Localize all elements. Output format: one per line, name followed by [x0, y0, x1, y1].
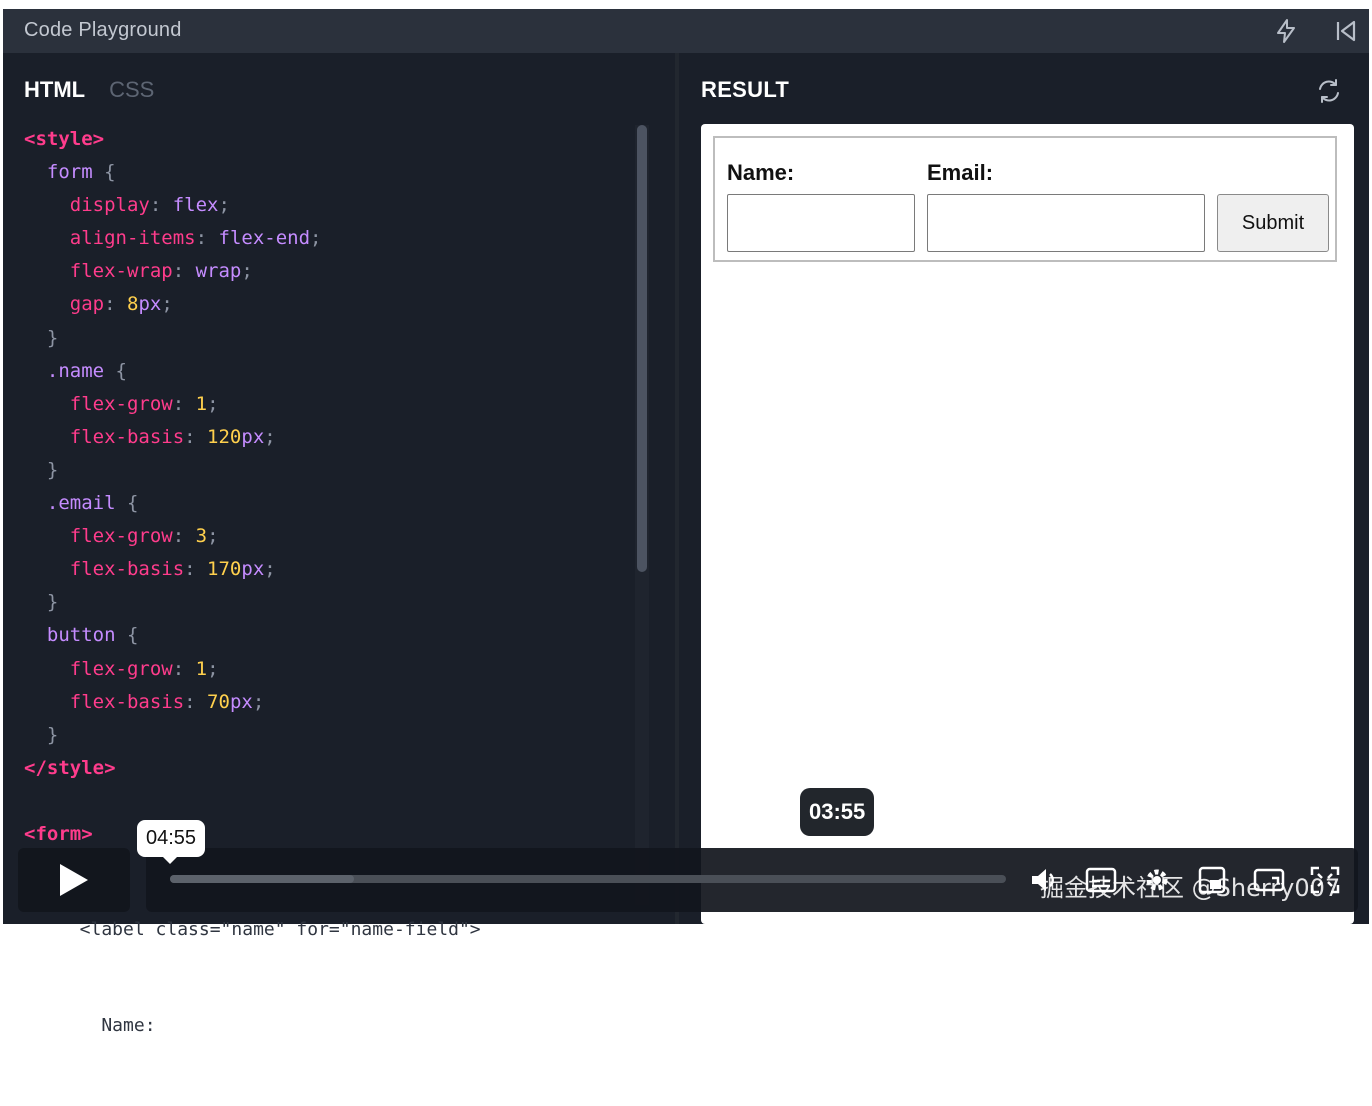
code-line: align-items: flex-end; — [69, 227, 322, 250]
code-editor[interactable]: <style> form { display: flex; align-item… — [24, 123, 321, 851]
editor-tabs: HTML CSS — [24, 77, 154, 103]
play-button[interactable] — [18, 848, 130, 912]
code-line: flex-grow: 1; — [69, 657, 219, 680]
code-line: .email { — [24, 492, 139, 515]
email-label: Email: — [927, 160, 994, 185]
code-line: <style> — [24, 128, 105, 150]
name-label: Name: — [727, 160, 795, 185]
obscured-line: <label class="name" for="name-field"> — [58, 919, 481, 940]
result-pane: RESULT Name: Email: Submit — [679, 53, 1369, 924]
code-line: .name { — [24, 359, 127, 382]
collapse-left-icon[interactable] — [1333, 18, 1359, 44]
code-line: flex-grow: 1; — [69, 392, 219, 415]
code-line: display: flex; — [69, 194, 230, 217]
code-line: } — [46, 591, 59, 614]
code-line: flex-basis: 120px; — [69, 425, 276, 448]
watermark: 掘金技术社区 @Sherry007 — [1040, 874, 1341, 902]
refresh-icon[interactable] — [1315, 77, 1343, 105]
code-line: flex-wrap: wrap; — [69, 260, 253, 283]
current-time-badge: 03:55 — [800, 788, 875, 836]
video-controls: <label class="name" for="name-field"> Na… — [18, 848, 1358, 1036]
window-title: Code Playground — [24, 19, 182, 41]
result-heading: RESULT — [701, 77, 790, 102]
code-line: button { — [24, 624, 139, 647]
code-line: flex-basis: 70px; — [69, 690, 265, 713]
code-line: gap: 8px; — [69, 293, 173, 316]
email-field[interactable] — [927, 194, 1205, 252]
submit-button[interactable]: Submit — [1217, 194, 1329, 252]
lightning-icon[interactable] — [1273, 18, 1299, 44]
code-line: form { — [24, 161, 116, 184]
editor-scrollbar-thumb[interactable] — [637, 125, 647, 572]
code-line: } — [46, 723, 59, 746]
tab-css[interactable]: CSS — [109, 77, 154, 103]
name-field[interactable] — [727, 194, 915, 252]
code-playground-window: Code Playground HTML CSS <style> form { … — [3, 9, 1369, 924]
progress-bar[interactable] — [170, 875, 1006, 883]
tab-html[interactable]: HTML — [24, 77, 85, 103]
code-line: } — [46, 458, 59, 481]
play-icon — [60, 864, 88, 896]
code-line: </style> — [24, 756, 116, 779]
progress-fill — [170, 875, 354, 883]
code-line: flex-grow: 3; — [69, 525, 219, 548]
code-line: } — [46, 326, 59, 349]
hover-time-tooltip: 04:55 — [137, 820, 206, 864]
result-preview: Name: Email: Submit — [701, 124, 1354, 924]
title-bar: Code Playground — [3, 9, 1369, 53]
code-line: flex-basis: 170px; — [69, 558, 276, 581]
preview-form: Name: Email: Submit — [713, 136, 1337, 262]
obscured-line: Name: — [58, 1015, 156, 1036]
code-editor-pane: HTML CSS <style> form { display: flex; a… — [3, 53, 675, 924]
